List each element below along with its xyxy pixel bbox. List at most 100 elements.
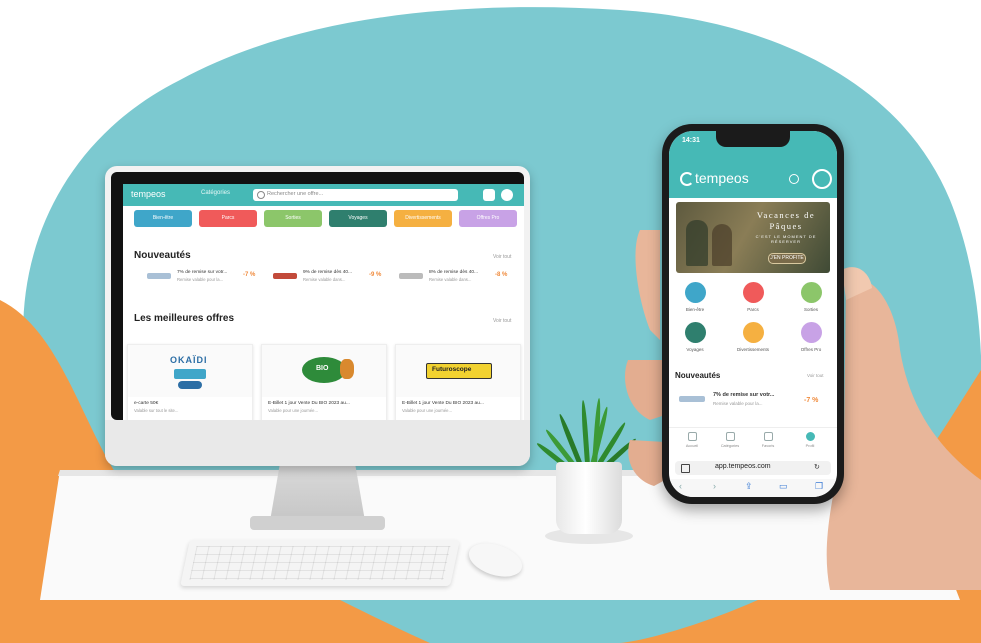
back-icon[interactable]: ‹	[679, 481, 682, 491]
chip-offres-pro[interactable]: Offres Pro	[459, 210, 517, 227]
offer-title: 9% de remise dès 40...	[303, 270, 353, 275]
offer-logo	[147, 273, 171, 279]
banner-title: Vacances de Pâques	[746, 210, 826, 232]
spa-icon	[684, 282, 706, 303]
desktop-category-chips: Bien-être Parcs Sorties Voyages Divertis…	[123, 210, 524, 230]
heart-icon	[763, 432, 773, 441]
browser-url-bar[interactable]: app.tempeos.com ↻	[675, 461, 831, 475]
nav-item-home[interactable]: Accueil	[677, 432, 707, 448]
desktop-best-see-all[interactable]: Voir tout	[493, 318, 511, 324]
phone-screen: 14:31 tempeos Vacances de Pâques C'EST LE…	[669, 131, 837, 497]
desktop-new-offer[interactable]: 9% de remise dès 40... Remise valable da…	[273, 270, 393, 284]
offer-title: E-Billet 1 jour Vente Du BIO 2023 au...	[268, 401, 350, 406]
phone-category-bien-etre[interactable]: Bien-être	[675, 282, 715, 312]
tabs-overview-icon[interactable]: ❐	[815, 481, 823, 492]
search-icon	[257, 191, 265, 199]
offer-subtitle: Remise valable pour la...	[177, 277, 224, 282]
banner-title-line1: Vacances de	[756, 210, 816, 220]
phone-notch	[716, 131, 790, 147]
offer-subtitle: Remise valable pour la...	[713, 401, 763, 406]
banner-subtitle: C'EST LE MOMENT DE RÉSERVER	[755, 234, 817, 244]
phone-bottom-nav: Accueil Catégories Favoris Profil	[669, 427, 837, 462]
phone-time: 14:31	[682, 137, 700, 144]
banner-cta-button[interactable]: J'EN PROFITE	[768, 253, 806, 264]
monitor-bezel: tempeos Catégories Rechercher une offre.…	[111, 172, 524, 420]
desktop-new-offer[interactable]: 7% de remise sur votr... Remise valable …	[147, 270, 267, 284]
offer-subtitle: Valable sur tout le site...	[134, 408, 179, 413]
offer-discount: -7 %	[243, 272, 256, 278]
phone-new-heading: Nouveautés	[675, 371, 721, 380]
phone-new-see-all[interactable]: Voir tout	[807, 373, 824, 378]
chip-sorties[interactable]: Sorties	[264, 210, 322, 227]
chip-bien-etre[interactable]: Bien-être	[134, 210, 192, 227]
desktop-screen: tempeos Catégories Rechercher une offre.…	[123, 184, 524, 420]
phone-category-parcs[interactable]: Parcs	[733, 282, 773, 312]
keyboard	[180, 540, 460, 586]
offer-title: e-carte 50€	[134, 401, 159, 406]
offer-subtitle: Valable pour une journée...	[268, 408, 318, 413]
offer-logo	[399, 273, 423, 279]
plant-pot	[556, 462, 622, 534]
chip-parcs[interactable]: Parcs	[199, 210, 257, 227]
offer-title: 7% de remise sur votr...	[177, 270, 228, 275]
offer-discount: -8 %	[495, 272, 508, 278]
park-icon	[742, 282, 764, 303]
nav-item-favorites[interactable]: Favoris	[753, 432, 783, 448]
monitor-foot	[250, 516, 385, 530]
cart-icon[interactable]	[483, 189, 495, 201]
phone-category-voyages[interactable]: Voyages	[675, 322, 715, 352]
category-label: Offres Pro	[800, 347, 822, 352]
phone-new-offer[interactable]: 7% de remise sur votr... Remise valable …	[675, 386, 835, 414]
forward-icon[interactable]: ›	[713, 481, 716, 491]
nav-label: Profil	[805, 444, 815, 448]
category-label: Sorties	[803, 307, 818, 312]
share-icon[interactable]: ⇪	[745, 481, 753, 492]
offer-title: 7% de remise sur votr...	[713, 392, 775, 398]
desktop-new-heading: Nouveautés	[134, 250, 191, 261]
nav-item-profile[interactable]: Profil	[795, 432, 825, 448]
home-icon	[687, 432, 697, 441]
brand-logo-text: Futuroscope	[432, 366, 472, 373]
desktop-best-heading: Les meilleures offres	[134, 313, 235, 324]
desktop-best-offer-card[interactable]: Futuroscope E-Billet 1 jour Vente Du BIO…	[395, 344, 521, 420]
phone-promo-banner[interactable]: Vacances de Pâques C'EST LE MOMENT DE RÉS…	[676, 202, 830, 273]
outing-icon	[800, 282, 822, 303]
phone-logo[interactable]: tempeos	[695, 170, 749, 186]
category-label: Voyages	[686, 347, 704, 352]
desktop-best-offer-card[interactable]: BIO E-Billet 1 jour Vente Du BIO 2023 au…	[261, 344, 387, 420]
offer-subtitle: Valable pour une journée...	[402, 408, 452, 413]
phone-category-offres-pro[interactable]: Offres Pro	[791, 322, 831, 352]
banner-person	[686, 220, 708, 266]
nav-item-categories[interactable]: Catégories	[715, 432, 745, 448]
offer-discount: -7 %	[804, 397, 819, 404]
phone-category-sorties[interactable]: Sorties	[791, 282, 831, 312]
reload-icon[interactable]: ↻	[814, 463, 820, 471]
desktop-header: tempeos Catégories Rechercher une offre.…	[123, 184, 524, 206]
desktop-new-offer[interactable]: 8% de remise dès 40... Remise valable da…	[399, 270, 519, 284]
banner-person	[712, 224, 732, 266]
tabs-icon[interactable]	[681, 464, 690, 473]
user-icon[interactable]	[501, 189, 513, 201]
scene: tempeos Catégories Rechercher une offre.…	[0, 0, 981, 643]
desktop-categories-link[interactable]: Catégories	[201, 190, 230, 196]
user-icon[interactable]	[812, 169, 832, 189]
desktop-search-input[interactable]: Rechercher une offre...	[253, 189, 458, 201]
chip-divertissements[interactable]: Divertissements	[394, 210, 452, 227]
category-label: Divertissements	[736, 347, 769, 352]
offer-logo	[679, 396, 705, 402]
browser-url: app.tempeos.com	[715, 463, 771, 470]
desktop-logo[interactable]: tempeos	[131, 189, 166, 199]
offer-image: Futuroscope	[396, 345, 520, 397]
chip-voyages[interactable]: Voyages	[329, 210, 387, 227]
brand-logo-mark	[178, 381, 202, 389]
phone-category-divertissements[interactable]: Divertissements	[733, 322, 773, 352]
brand-logo-okaidi: OKAÏDI	[170, 355, 208, 365]
bookmarks-icon[interactable]: ▭	[779, 481, 788, 492]
desktop-new-see-all[interactable]: Voir tout	[493, 254, 511, 260]
offer-image: OKAÏDI	[128, 345, 252, 397]
desktop-best-offer-card[interactable]: OKAÏDI e-carte 50€ Valable sur tout le s…	[127, 344, 253, 420]
offer-title: 8% de remise dès 40...	[429, 270, 479, 275]
monitor-stand	[270, 466, 365, 521]
offer-logo	[273, 273, 297, 279]
search-icon[interactable]	[789, 174, 799, 184]
